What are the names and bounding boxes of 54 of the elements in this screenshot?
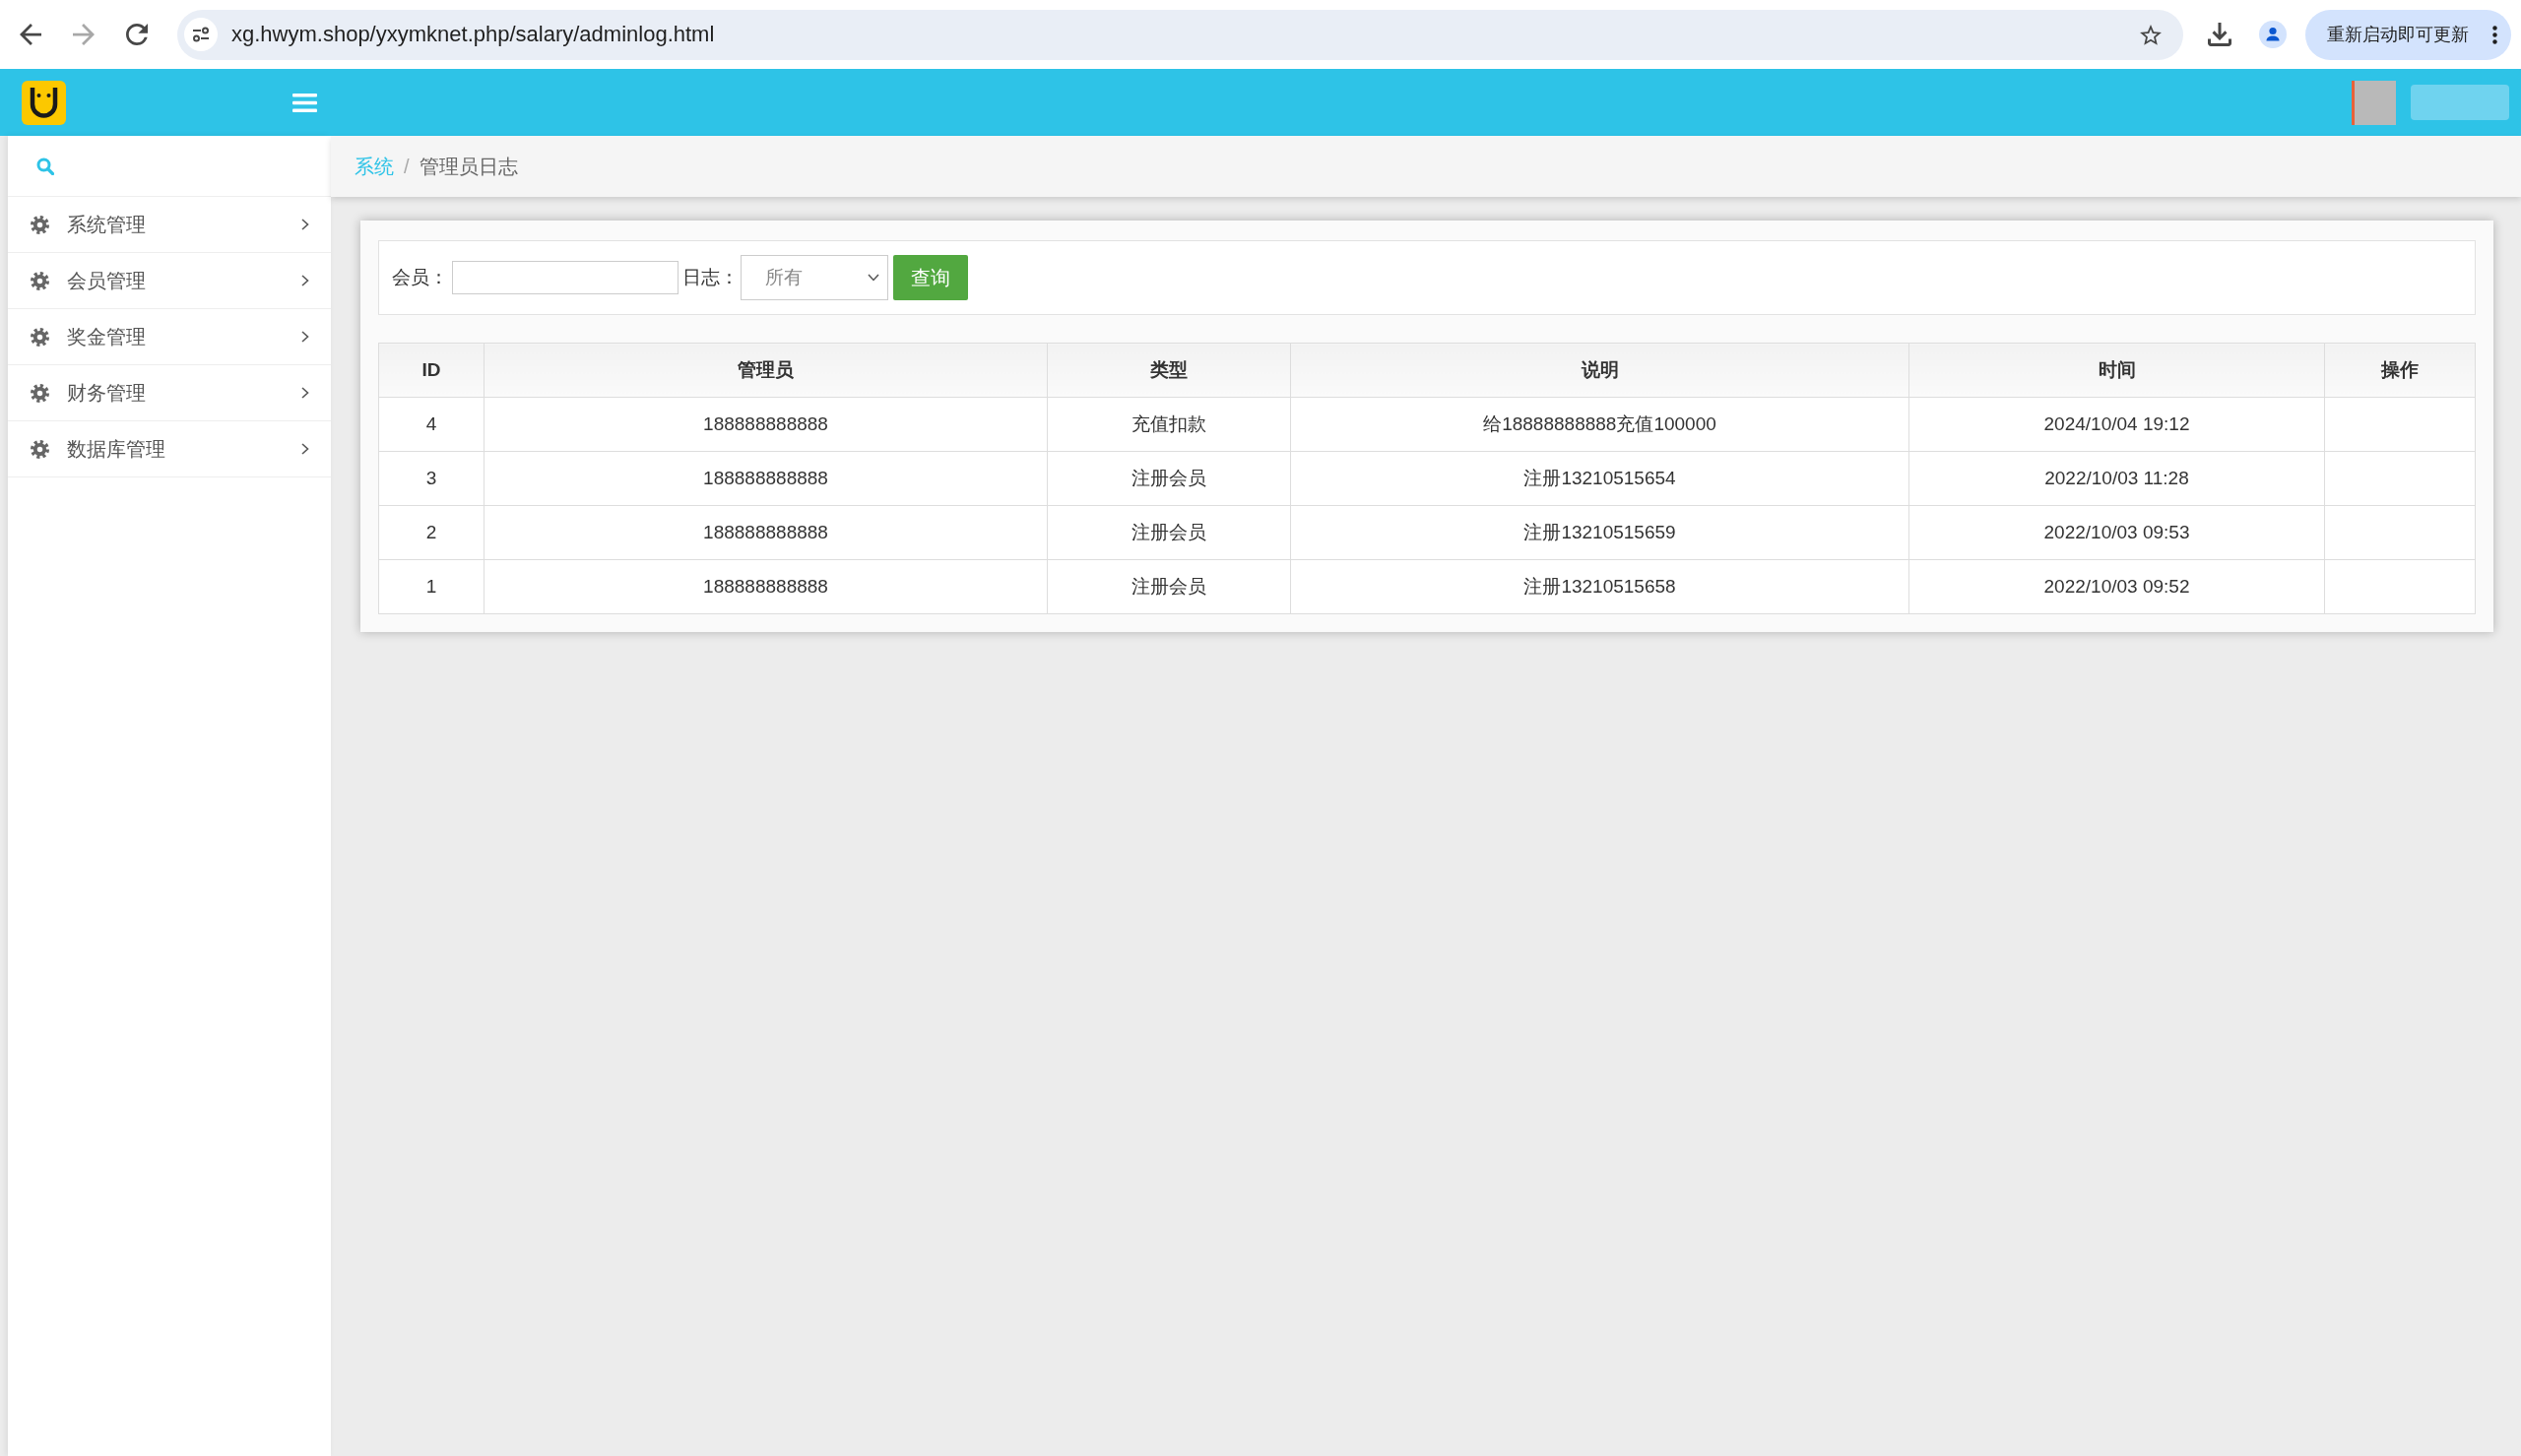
member-input[interactable]: [452, 261, 679, 294]
gear-icon: [31, 439, 49, 459]
column-header: 类型: [1047, 343, 1291, 398]
gear-icon: [31, 271, 49, 290]
back-icon[interactable]: [20, 24, 41, 45]
table-cell: 充值扣款: [1047, 397, 1291, 452]
table-cell: 注册会员: [1047, 559, 1291, 614]
table-cell: 1: [378, 559, 485, 614]
table-cell: 给18888888888充值100000: [1290, 397, 1909, 452]
table-cell: 188888888888: [484, 559, 1048, 614]
table-cell: 2024/10/04 19:12: [1908, 397, 2325, 452]
column-header: 说明: [1290, 343, 1909, 398]
sidebar-menu-item[interactable]: 会员管理: [8, 253, 331, 309]
sidebar-menu-item[interactable]: 系统管理: [8, 197, 331, 253]
sidebar-menu-item[interactable]: 数据库管理: [8, 421, 331, 477]
column-header: ID: [378, 343, 485, 398]
table-cell: 188888888888: [484, 451, 1048, 506]
column-header: 操作: [2324, 343, 2476, 398]
gear-icon: [31, 215, 49, 234]
table-cell: 注册会员: [1047, 505, 1291, 560]
table-cell: 2022/10/03 09:53: [1908, 505, 2325, 560]
gear-icon: [31, 383, 49, 403]
breadcrumb-separator: /: [404, 155, 410, 178]
table-cell: 188888888888: [484, 397, 1048, 452]
table-cell: 注册13210515658: [1290, 559, 1909, 614]
table-cell: 4: [378, 397, 485, 452]
column-header: 时间: [1908, 343, 2325, 398]
column-header: 管理员: [484, 343, 1048, 398]
table-cell: 2: [378, 505, 485, 560]
sidebar-menu-item[interactable]: 财务管理: [8, 365, 331, 421]
url-text: xg.hwym.shop/yxymknet.php/salary/adminlog.html: [231, 22, 715, 47]
table-cell: 注册13210515659: [1290, 505, 1909, 560]
gear-icon: [31, 327, 49, 347]
table-cell: 188888888888: [484, 505, 1048, 560]
address-bar[interactable]: xg.hwym.shop/yxymknet.php/salary/adminlog.html: [177, 9, 2183, 60]
table-cell: 3: [378, 451, 485, 506]
profile-icon[interactable]: [2259, 21, 2287, 48]
log-type-select[interactable]: 所有: [741, 255, 888, 300]
download-icon[interactable]: [2208, 23, 2231, 46]
table-cell: 注册会员: [1047, 451, 1291, 506]
member-label: 会员：: [392, 266, 448, 289]
log-label: 日志：: [682, 266, 739, 289]
table-cell: 注册13210515654: [1290, 451, 1909, 506]
smiley-logo-icon[interactable]: [22, 80, 66, 125]
breadcrumb-current: 管理员日志: [419, 154, 518, 179]
table-cell: 2022/10/03 09:52: [1908, 559, 2325, 614]
bookmark-star-icon[interactable]: [2140, 24, 2162, 45]
sidebar-menu-item[interactable]: 奖金管理: [8, 309, 331, 365]
site-settings-icon[interactable]: [184, 18, 218, 51]
table-cell: 2022/10/03 11:28: [1908, 451, 2325, 506]
caret-icon: [868, 274, 879, 282]
more-icon[interactable]: [2492, 25, 2497, 44]
reload-icon[interactable]: [126, 24, 148, 45]
update-button[interactable]: 重新启动即可更新: [2305, 9, 2511, 60]
